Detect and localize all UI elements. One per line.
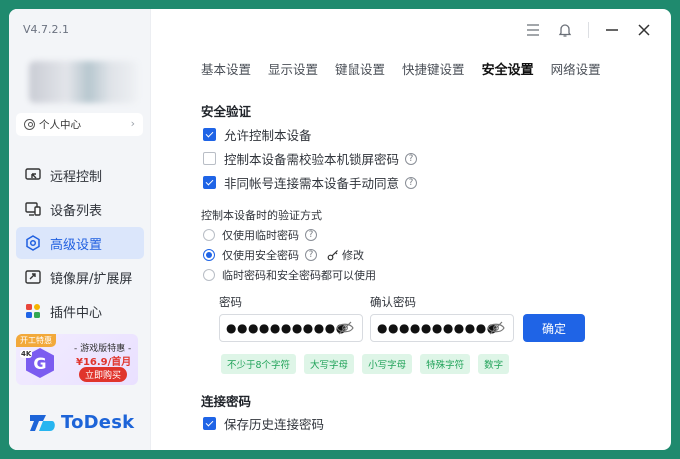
minimize-icon[interactable] (603, 21, 621, 39)
sidebar: V4.7.2.1 个人中心 › 远程控制 设备列表 高级设置 镜像屏/扩展屏 插… (9, 9, 151, 450)
lock-screen-password-label: 控制本设备需校验本机锁屏密码 (224, 152, 400, 167)
password-field[interactable]: ●●●●●●●●●●● (219, 314, 363, 342)
security-password-only-label: 仅使用安全密码 (222, 249, 299, 262)
tab-shortcuts[interactable]: 快捷键设置 (402, 59, 465, 78)
both-passwords-option[interactable]: 临时密码和安全密码都可以使用 (203, 267, 376, 283)
menu-icon[interactable] (524, 21, 542, 39)
both-passwords-radio[interactable] (203, 269, 215, 281)
confirm-button[interactable]: 确定 (523, 314, 585, 342)
sidebar-item-label: 插件中心 (50, 305, 103, 321)
security-password-only-radio[interactable] (203, 249, 215, 261)
promo-tag: 开工特惠 (16, 334, 56, 347)
help-icon[interactable]: ? (405, 152, 418, 165)
help-icon[interactable]: ? (305, 229, 317, 241)
sidebar-item-label: 高级设置 (50, 237, 103, 253)
remote-control-icon (24, 166, 42, 184)
version-label: V4.7.2.1 (23, 23, 70, 36)
todesk-logo-icon (30, 414, 55, 431)
eye-off-icon[interactable] (487, 321, 505, 335)
profile-center-button[interactable]: 个人中心 › (16, 113, 143, 136)
settings-tabs: 基本设置 显示设置 键鼠设置 快捷键设置 安全设置 网络设置 (201, 59, 618, 78)
sidebar-item-remote-control[interactable]: 远程控制 (16, 159, 144, 191)
sidebar-item-label: 设备列表 (50, 203, 103, 219)
chevron-right-icon: › (130, 117, 135, 130)
tab-network[interactable]: 网络设置 (551, 59, 601, 78)
promo-banner[interactable]: 开工特惠 G 4K - 游戏版特惠 - ¥16.9/首月 立即购买 (16, 334, 138, 385)
promo-price: ¥16.9/首月 (76, 357, 132, 368)
allow-control-label: 允许控制本设备 (224, 128, 312, 143)
save-history-option[interactable]: 保存历史连接密码 (203, 414, 324, 433)
verify-method-label: 控制本设备时的验证方式 (201, 209, 322, 222)
save-history-checkbox[interactable] (203, 417, 216, 430)
lock-screen-password-checkbox[interactable] (203, 152, 216, 165)
lock-screen-password-option[interactable]: 控制本设备需校验本机锁屏密码 ? (203, 149, 418, 168)
requirement-badge: 小写字母 (362, 354, 413, 374)
bell-icon[interactable] (556, 21, 574, 39)
sidebar-item-advanced-settings[interactable]: 高级设置 (16, 227, 144, 259)
sidebar-item-device-list[interactable]: 设备列表 (16, 193, 144, 225)
save-history-label: 保存历史连接密码 (224, 417, 325, 432)
profile-center-label: 个人中心 (39, 119, 81, 131)
tab-basic[interactable]: 基本设置 (201, 59, 251, 78)
device-list-icon (24, 200, 42, 218)
titlebar-divider (588, 22, 589, 38)
sidebar-item-plugin-center[interactable]: 插件中心 (16, 295, 144, 327)
security-password-only-option[interactable]: 仅使用安全密码 ? 修改 (203, 247, 364, 263)
requirement-badge: 不少于8个字符 (221, 354, 297, 374)
plugin-center-icon (24, 302, 42, 320)
user-icon (24, 119, 35, 130)
close-icon[interactable] (635, 21, 653, 39)
main-panel: 基本设置 显示设置 键鼠设置 快捷键设置 安全设置 网络设置 安全验证 允许控制… (151, 9, 671, 450)
temp-password-only-radio[interactable] (203, 229, 215, 241)
help-icon[interactable]: ? (405, 176, 418, 189)
sidebar-nav: 远程控制 设备列表 高级设置 镜像屏/扩展屏 插件中心 (16, 159, 144, 329)
sidebar-item-mirror-screen[interactable]: 镜像屏/扩展屏 (16, 261, 144, 293)
help-icon[interactable]: ? (305, 249, 317, 261)
tab-keyboard-mouse[interactable]: 键鼠设置 (335, 59, 385, 78)
both-passwords-label: 临时密码和安全密码都可以使用 (222, 269, 376, 282)
allow-control-option[interactable]: 允许控制本设备 (203, 125, 312, 144)
manual-approval-option[interactable]: 非同帐号连接需本设备手动同意 ? (203, 173, 418, 192)
eye-off-icon[interactable] (336, 321, 354, 335)
requirement-badge: 数字 (478, 354, 510, 374)
password-label: 密码 (219, 295, 242, 309)
app-window: V4.7.2.1 个人中心 › 远程控制 设备列表 高级设置 镜像屏/扩展屏 插… (9, 9, 671, 450)
brand-name: ToDesk (61, 412, 135, 433)
titlebar-controls (510, 21, 653, 39)
tab-display[interactable]: 显示设置 (268, 59, 318, 78)
allow-control-checkbox[interactable] (203, 128, 216, 141)
sidebar-item-label: 镜像屏/扩展屏 (50, 271, 133, 287)
modify-label: 修改 (342, 249, 364, 262)
temp-password-only-option[interactable]: 仅使用临时密码 ? (203, 227, 317, 243)
sidebar-item-label: 远程控制 (50, 169, 103, 185)
todesk-logo: ToDesk (30, 412, 134, 433)
security-verification-title: 安全验证 (201, 104, 252, 119)
confirm-password-label: 确认密码 (370, 295, 416, 309)
confirm-password-field[interactable]: ●●●●●●●●●●● (370, 314, 514, 342)
manual-approval-label: 非同帐号连接需本设备手动同意 (224, 176, 400, 191)
promo-4k-badge: 4K (20, 350, 33, 358)
temp-password-only-label: 仅使用临时密码 (222, 229, 299, 242)
mirror-screen-icon (24, 268, 42, 286)
modify-password-link[interactable]: 修改 (327, 247, 364, 263)
advanced-settings-icon (24, 234, 42, 252)
confirm-password-value: ●●●●●●●●●●● (377, 321, 498, 335)
connection-password-title: 连接密码 (201, 394, 252, 409)
password-requirements: 不少于8个字符 大写字母 小写字母 特殊字符 数字 (221, 354, 517, 374)
manual-approval-checkbox[interactable] (203, 176, 216, 189)
key-icon (327, 250, 338, 261)
requirement-badge: 特殊字符 (420, 354, 471, 374)
password-value: ●●●●●●●●●●● (226, 321, 347, 335)
tab-security[interactable]: 安全设置 (482, 59, 534, 78)
requirement-badge: 大写字母 (304, 354, 355, 374)
buy-now-button[interactable]: 立即购买 (79, 367, 128, 382)
avatar[interactable] (29, 61, 137, 103)
